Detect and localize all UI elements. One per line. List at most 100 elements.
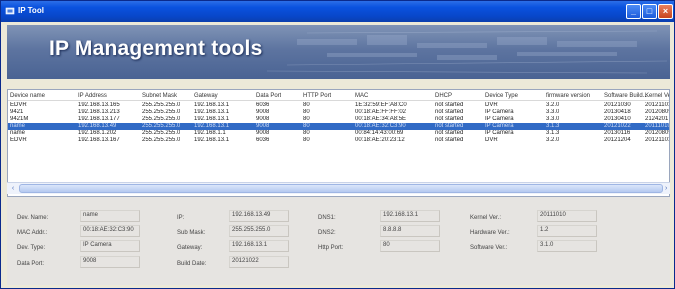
table-cell: 80 bbox=[303, 137, 310, 143]
table-cell: not started bbox=[435, 102, 464, 108]
scrollbar-thumb[interactable] bbox=[19, 184, 663, 193]
scroll-left-icon[interactable]: ‹ bbox=[8, 184, 18, 193]
table-cell: 9421 bbox=[10, 109, 24, 115]
dev-type-label: Dev. Type: bbox=[17, 245, 46, 251]
device-table[interactable]: Device name IP Address Subnet Mask Gateway D… bbox=[7, 89, 670, 197]
table-cell: 255.255.255.0 bbox=[142, 123, 181, 129]
table-cell: not started bbox=[435, 109, 464, 115]
dev-type-field[interactable]: IP Camera bbox=[80, 240, 140, 252]
device-details-panel: Dev. Name: name MAC Addr.: 00:18:AE:32:C… bbox=[7, 197, 670, 285]
build-date-field[interactable]: 20121022 bbox=[229, 256, 289, 268]
column-header[interactable]: HTTP Port bbox=[303, 92, 331, 101]
title-bar[interactable]: IP Tool _ □ × bbox=[1, 1, 674, 22]
kernel-ver-field[interactable]: 20111010 bbox=[537, 210, 597, 222]
maximize-button[interactable]: □ bbox=[642, 4, 657, 19]
column-header[interactable]: Gateway bbox=[194, 92, 218, 101]
dns1-field[interactable]: 192.168.13.1 bbox=[380, 210, 440, 222]
column-header[interactable]: Software Build... bbox=[604, 92, 648, 101]
table-cell: 80 bbox=[303, 130, 310, 136]
dev-name-field[interactable]: name bbox=[80, 210, 140, 222]
ip-tool-window: IP Tool _ □ × IP Management tools Device… bbox=[0, 0, 675, 289]
column-header[interactable]: DHCP bbox=[435, 92, 452, 101]
app-icon bbox=[5, 7, 15, 15]
table-cell: 80 bbox=[303, 102, 310, 108]
column-header[interactable]: Data Port bbox=[256, 92, 281, 101]
column-header[interactable]: Kernel Ver... bbox=[645, 92, 669, 101]
table-cell: name bbox=[10, 123, 26, 129]
table-row[interactable]: 9421M 192.168.13.177 255.255.255.0 192.168.… bbox=[8, 116, 669, 123]
table-cell: DVR bbox=[485, 137, 498, 143]
gateway-field[interactable]: 192.168.13.1 bbox=[229, 240, 289, 252]
table-cell: 20130410 bbox=[604, 116, 631, 122]
table-cell: 192.168.13.167 bbox=[78, 137, 120, 143]
column-header[interactable]: Device name bbox=[10, 92, 45, 101]
minimize-button[interactable]: _ bbox=[626, 4, 641, 19]
table-cell: 20130418 bbox=[604, 109, 631, 115]
table-cell: 1E:32:59:EF:A8:C0 bbox=[355, 102, 407, 108]
table-cell: 2124201 bbox=[645, 116, 669, 122]
column-header[interactable]: firmware version bbox=[546, 92, 590, 101]
table-cell: not started bbox=[435, 123, 464, 129]
table-cell: 192.168.1.1 bbox=[194, 130, 226, 136]
column-header[interactable]: Device Type bbox=[485, 92, 518, 101]
table-cell: EDVR bbox=[10, 137, 27, 143]
sub-mask-label: Sub Mask: bbox=[177, 230, 206, 236]
dns1-label: DNS1: bbox=[318, 215, 336, 221]
table-cell: 255.255.255.0 bbox=[142, 102, 181, 108]
ip-field[interactable]: 192.168.13.49 bbox=[229, 210, 289, 222]
table-cell: 192.168.13.1 bbox=[194, 116, 230, 122]
close-icon: × bbox=[662, 6, 669, 16]
banner: IP Management tools bbox=[7, 25, 670, 79]
table-row[interactable]: EDVR 192.168.13.165 255.255.255.0 192.168.1… bbox=[8, 102, 669, 109]
banner-title: IP Management tools bbox=[49, 37, 263, 60]
mac-field[interactable]: 00:18:AE:32:C3:90 bbox=[80, 225, 140, 237]
table-row[interactable]: name 192.168.1.202 255.255.255.0 192.168.1.… bbox=[8, 130, 669, 137]
table-cell: 192.168.13.1 bbox=[194, 102, 230, 108]
table-cell: 6036 bbox=[256, 137, 270, 143]
software-ver-label: Software Ver.: bbox=[470, 245, 508, 251]
table-cell: EDVR bbox=[10, 102, 27, 108]
table-cell: 255.255.255.0 bbox=[142, 116, 181, 122]
dns2-label: DNS2: bbox=[318, 230, 336, 236]
table-cell: 80 bbox=[303, 116, 310, 122]
http-port-label: Http Port: bbox=[318, 245, 344, 251]
http-port-field[interactable]: 80 bbox=[380, 240, 440, 252]
table-cell: 192.168.13.1 bbox=[194, 137, 230, 143]
table-cell: 192.168.13.177 bbox=[78, 116, 120, 122]
table-cell: 3.2.0 bbox=[546, 137, 560, 143]
table-cell: 20120809 bbox=[645, 109, 670, 115]
kernel-ver-label: Kernel Ver.: bbox=[470, 215, 502, 221]
table-row[interactable]: name 192.168.13.49 255.255.255.0 192.168.13… bbox=[8, 123, 669, 130]
data-port-field[interactable]: 9008 bbox=[80, 256, 140, 268]
table-row[interactable]: EDVR 192.168.13.167 255.255.255.0 192.168.1… bbox=[8, 137, 669, 144]
table-cell: name bbox=[10, 130, 26, 136]
table-cell: 192.168.13.165 bbox=[78, 102, 120, 108]
sub-mask-field[interactable]: 255.255.255.0 bbox=[229, 225, 289, 237]
close-button[interactable]: × bbox=[658, 4, 673, 19]
column-header[interactable]: MAC bbox=[355, 92, 368, 101]
scroll-right-icon[interactable]: › bbox=[665, 184, 671, 193]
dns2-field[interactable]: 8.8.8.8 bbox=[380, 225, 440, 237]
table-cell: 3.1.3 bbox=[546, 123, 560, 129]
table-cell: 20121030 bbox=[604, 102, 631, 108]
build-date-label: Build Date: bbox=[177, 261, 207, 267]
maximize-icon: □ bbox=[646, 6, 653, 16]
table-cell: 255.255.255.0 bbox=[142, 130, 181, 136]
table-cell: not started bbox=[435, 130, 464, 136]
mac-label: MAC Addr.: bbox=[17, 230, 48, 236]
table-cell: 9008 bbox=[256, 109, 270, 115]
hardware-ver-field[interactable]: 1.2 bbox=[537, 225, 597, 237]
hardware-ver-label: Hardware Ver.: bbox=[470, 230, 510, 236]
software-ver-field[interactable]: 3.1.0 bbox=[537, 240, 597, 252]
table-cell: 3.2.0 bbox=[546, 102, 560, 108]
table-cell: 9421M bbox=[10, 116, 29, 122]
table-header: Device name IP Address Subnet Mask Gateway D… bbox=[8, 92, 669, 101]
table-cell: IP Camera bbox=[485, 116, 514, 122]
table-cell: 80 bbox=[303, 109, 310, 115]
column-header[interactable]: IP Address bbox=[78, 92, 107, 101]
table-cell: IP Camera bbox=[485, 123, 514, 129]
column-header[interactable]: Subnet Mask bbox=[142, 92, 177, 101]
horizontal-scrollbar[interactable]: ‹ › bbox=[7, 182, 670, 194]
table-cell: 192.168.13.213 bbox=[78, 109, 120, 115]
table-row[interactable]: 9421 192.168.13.213 255.255.255.0 192.168.1… bbox=[8, 109, 670, 116]
